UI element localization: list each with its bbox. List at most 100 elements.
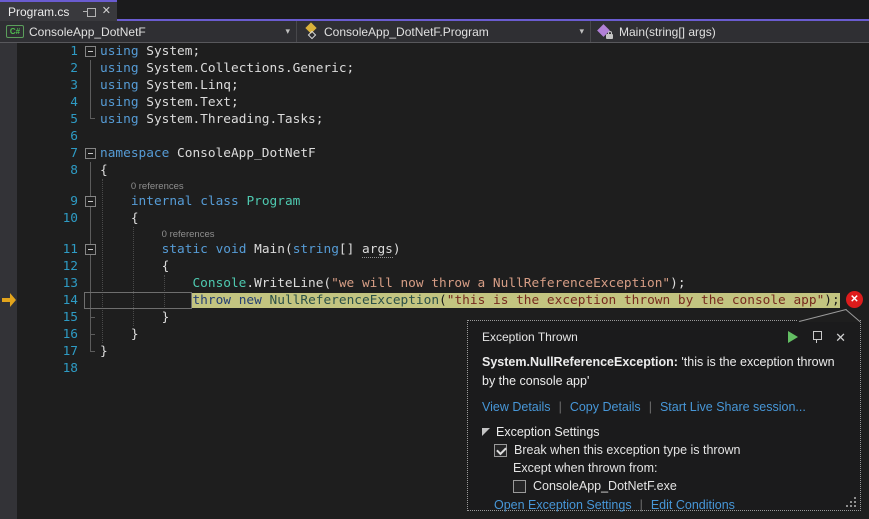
line-number: 10 (18, 210, 78, 227)
code-line[interactable]: 3 using System.Linq; (0, 77, 869, 94)
codelens-references[interactable]: 0 references (131, 180, 184, 194)
link-edit-conditions[interactable]: Edit Conditions (651, 498, 735, 512)
current-statement-whitespace-box (84, 292, 192, 309)
code-line[interactable]: 12 { (0, 258, 869, 275)
method-icon (597, 24, 614, 40)
line-number: 4 (18, 94, 78, 111)
exception-highlight: throw new NullReferenceException("this i… (192, 293, 839, 308)
except-when-label-row: Except when thrown from: (513, 461, 846, 475)
code-text: { (100, 210, 139, 227)
code-text: internal class Program (100, 193, 300, 210)
codelens-row: 0 references (0, 227, 869, 241)
link-separator: | (640, 498, 643, 512)
close-icon[interactable]: ✕ (102, 6, 111, 17)
link-open-exception-settings[interactable]: Open Exception Settings (494, 498, 632, 512)
settings-links: Open Exception Settings | Edit Conditions (494, 498, 846, 512)
resize-grip[interactable] (846, 496, 857, 507)
code-text: Console.WriteLine("we will now throw a N… (100, 275, 686, 292)
line-number: 18 (18, 360, 78, 377)
line-number: 5 (18, 111, 78, 128)
link-start-live-share-session[interactable]: Start Live Share session... (660, 400, 806, 414)
code-text: using System.Threading.Tasks; (100, 111, 323, 128)
codelens-references[interactable]: 0 references (162, 228, 215, 242)
csharp-project-icon: C# (6, 25, 24, 38)
code-line[interactable]: 5 using System.Threading.Tasks; (0, 111, 869, 128)
pin-icon[interactable] (83, 7, 96, 16)
code-text: } (100, 309, 169, 326)
visual-studio-editor-window: Program.cs ✕ C# ConsoleApp_DotNetF ▾ Con… (0, 0, 869, 519)
break-setting-row: Break when this exception type is thrown (494, 443, 846, 457)
type-dropdown-label: ConsoleApp_DotNetF.Program (324, 25, 566, 39)
tab-program-cs[interactable]: Program.cs ✕ (0, 0, 117, 21)
line-number: 16 (18, 326, 78, 343)
break-checkbox-label: Break when this exception type is thrown (514, 443, 741, 457)
navigation-bar: C# ConsoleApp_DotNetF ▾ ConsoleApp_DotNe… (0, 21, 869, 43)
code-line[interactable]: 13 Console.WriteLine("we will now throw … (0, 275, 869, 292)
line-number: 12 (18, 258, 78, 275)
exception-settings: Exception Settings Break when this excep… (482, 425, 846, 512)
type-dropdown[interactable]: ConsoleApp_DotNetF.Program ▾ (297, 21, 591, 42)
line-number: 9 (18, 193, 78, 210)
popup-title: Exception Thrown (482, 330, 788, 344)
line-number: 8 (18, 162, 78, 179)
fold-toggle[interactable] (85, 196, 96, 207)
code-line[interactable]: 4 using System.Text; (0, 94, 869, 111)
code-text: { (100, 162, 108, 179)
except-when-label: Except when thrown from: (513, 461, 658, 475)
continue-play-icon[interactable] (788, 331, 798, 343)
line-number: 13 (18, 275, 78, 292)
exception-settings-expander[interactable]: Exception Settings (482, 425, 846, 439)
code-text: using System.Collections.Generic; (100, 60, 354, 77)
module-checkbox[interactable] (513, 480, 526, 493)
module-setting-row: ConsoleApp_DotNetF.exe (513, 479, 846, 493)
project-dropdown[interactable]: C# ConsoleApp_DotNetF ▾ (0, 21, 297, 42)
code-text: { (100, 258, 169, 275)
pin-icon[interactable] (812, 330, 821, 344)
fold-toggle[interactable] (85, 46, 96, 57)
code-line[interactable]: 11 static void Main(string[] args) (0, 241, 869, 258)
chevron-down-icon[interactable]: ▾ (571, 26, 584, 37)
close-icon[interactable]: ✕ (835, 331, 846, 344)
member-dropdown-label: Main(string[] args) (619, 25, 863, 39)
link-view-details[interactable]: View Details (482, 400, 551, 414)
code-text: static void Main(string[] args) (100, 241, 401, 258)
popup-links: View Details | Copy Details | Start Live Sha… (482, 400, 846, 414)
code-text: } (100, 326, 139, 343)
code-text: namespace ConsoleApp_DotNetF (100, 145, 316, 162)
fold-toggle[interactable] (85, 244, 96, 255)
exception-text: System.NullReferenceException: 'this is … (482, 353, 840, 391)
exception-type: System.NullReferenceException: (482, 355, 678, 369)
fold-toggle[interactable] (85, 148, 96, 159)
line-number: 6 (18, 128, 78, 145)
code-text: using System.Text; (100, 94, 239, 111)
code-line[interactable]: 8{ (0, 162, 869, 179)
exception-settings-header: Exception Settings (496, 425, 600, 439)
code-line[interactable]: 10 { (0, 210, 869, 227)
break-checkbox[interactable] (494, 444, 507, 457)
code-line[interactable]: 7 namespace ConsoleApp_DotNetF (0, 145, 869, 162)
expander-icon[interactable] (482, 428, 490, 436)
chevron-down-icon[interactable]: ▾ (277, 26, 290, 37)
line-number: 3 (18, 77, 78, 94)
line-number: 15 (18, 309, 78, 326)
code-line[interactable]: 9 internal class Program (0, 193, 869, 210)
link-separator: | (559, 400, 562, 414)
line-number: 1 (18, 43, 78, 60)
project-dropdown-label: ConsoleApp_DotNetF (29, 25, 272, 39)
class-icon (303, 24, 319, 40)
line-number: 14 (18, 292, 78, 309)
code-line[interactable]: 2 using System.Collections.Generic; (0, 60, 869, 77)
code-line[interactable]: 1using System; (0, 43, 869, 60)
code-line[interactable]: 6 (0, 128, 869, 145)
code-text: using System.Linq; (100, 77, 239, 94)
exception-error-icon[interactable]: ✕ (846, 291, 863, 308)
link-copy-details[interactable]: Copy Details (570, 400, 641, 414)
exception-popup: Exception Thrown ✕ System.NullReferenceE… (467, 320, 861, 511)
line-number: 11 (18, 241, 78, 258)
member-dropdown[interactable]: Main(string[] args) (591, 21, 869, 42)
code-text: throw new NullReferenceException("this i… (100, 292, 840, 309)
document-tab-strip: Program.cs ✕ (0, 0, 869, 21)
line-number: 7 (18, 145, 78, 162)
link-separator: | (649, 400, 652, 414)
line-number: 2 (18, 60, 78, 77)
